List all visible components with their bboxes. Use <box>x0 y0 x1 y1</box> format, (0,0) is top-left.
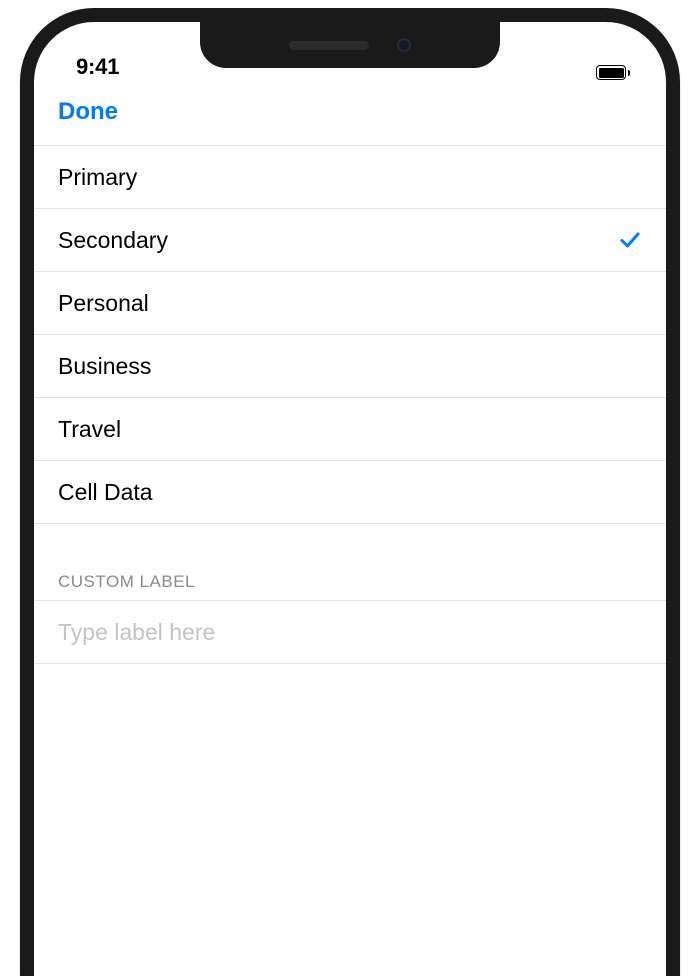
front-camera <box>397 38 411 52</box>
checkmark-icon <box>618 228 642 252</box>
label-text: Travel <box>58 416 121 443</box>
label-row-travel[interactable]: Travel <box>34 398 666 461</box>
label-list: Primary Secondary Personal Business Trav… <box>34 146 666 524</box>
label-row-cell-data[interactable]: Cell Data <box>34 461 666 524</box>
label-text: Personal <box>58 290 149 317</box>
status-time: 9:41 <box>76 54 119 80</box>
label-text: Secondary <box>58 227 168 254</box>
label-row-business[interactable]: Business <box>34 335 666 398</box>
device-notch <box>200 22 500 68</box>
nav-bar: Done <box>34 84 666 146</box>
label-text: Primary <box>58 164 137 191</box>
custom-label-input-row[interactable] <box>34 601 666 664</box>
custom-label-section-header: CUSTOM LABEL <box>34 572 666 601</box>
section-gap <box>34 524 666 572</box>
done-button[interactable]: Done <box>58 98 118 126</box>
label-text: Cell Data <box>58 479 153 506</box>
speaker-grill <box>289 41 369 50</box>
screen: 9:41 Done Primary Secondary <box>34 22 666 976</box>
label-row-personal[interactable]: Personal <box>34 272 666 335</box>
custom-label-input[interactable] <box>58 619 642 646</box>
label-text: Business <box>58 353 151 380</box>
label-row-secondary[interactable]: Secondary <box>34 209 666 272</box>
phone-frame: 9:41 Done Primary Secondary <box>20 8 680 976</box>
battery-icon <box>596 65 630 80</box>
label-row-primary[interactable]: Primary <box>34 146 666 209</box>
status-icons <box>596 65 630 80</box>
